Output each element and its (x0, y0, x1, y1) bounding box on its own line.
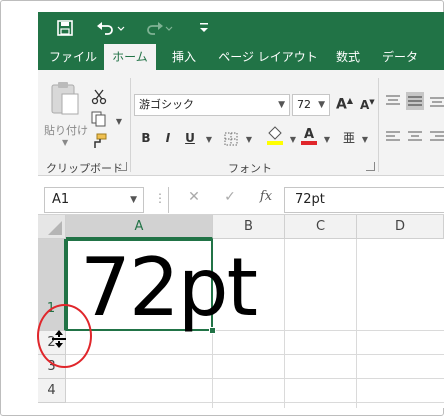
tab-formulas[interactable]: 数式 (328, 44, 368, 70)
gridline (212, 331, 213, 408)
column-header-c[interactable]: C (285, 215, 357, 239)
chevron-down-icon: ▼ (130, 195, 137, 205)
align-bottom-icon[interactable] (428, 92, 444, 110)
underline-button[interactable]: U (180, 128, 200, 148)
fill-color-icon[interactable] (266, 126, 284, 145)
ribbon-tabs: ファイル ホーム 挿入 ページ レイアウト 数式 データ (38, 44, 444, 70)
font-color-dropdown-icon[interactable]: ▼ (318, 130, 336, 148)
quick-access-toolbar (38, 12, 444, 44)
gridline (66, 402, 444, 403)
formula-bar: A1 ▼ ⋮ ✕ ✓ fx 72pt (38, 177, 444, 215)
column-header-d[interactable]: D (357, 215, 444, 239)
undo-icon[interactable] (94, 17, 128, 39)
paste-dropdown-icon[interactable]: ▼ (62, 138, 68, 147)
gridline (284, 239, 285, 408)
cancel-icon[interactable]: ✕ (184, 189, 204, 211)
align-right-icon[interactable] (428, 128, 444, 146)
ribbon-separator (130, 78, 131, 172)
column-header-b[interactable]: B (213, 215, 285, 239)
tab-home[interactable]: ホーム (104, 44, 156, 70)
redo-icon[interactable] (142, 17, 176, 39)
ribbon-separator (378, 78, 379, 172)
select-all-button[interactable] (38, 215, 66, 239)
tab-file[interactable]: ファイル (44, 44, 102, 70)
tab-insert[interactable]: 挿入 (162, 44, 206, 70)
borders-dropdown-icon[interactable]: ▼ (240, 130, 258, 148)
formula-input[interactable]: 72pt (284, 187, 444, 213)
paste-button-label[interactable]: 貼り付け (44, 122, 88, 138)
shrink-font-button[interactable]: A▼ (360, 98, 375, 112)
font-name-select[interactable]: 游ゴシック ▼ (134, 94, 290, 116)
fill-handle[interactable] (209, 327, 216, 334)
gridline (356, 239, 357, 408)
column-header-a[interactable]: A (66, 215, 213, 239)
row-header-4[interactable]: 4 (38, 379, 66, 403)
font-name-value: 游ゴシック (139, 98, 194, 111)
ruby-dropdown-icon[interactable]: ▼ (356, 130, 374, 148)
enter-icon[interactable]: ✓ (220, 189, 240, 211)
ribbon-home: 貼り付け ▼ ▼ クリップボード 游ゴシック ▼ 72 ▼ A▲ A▼ B I … (38, 70, 444, 176)
italic-button[interactable]: I (158, 128, 178, 148)
formula-bar-separator (168, 187, 169, 213)
highlight-circle (37, 304, 92, 368)
grow-font-button[interactable]: A▲ (336, 96, 353, 113)
worksheet-grid: A B C D 1 2 3 4 72pt (38, 215, 444, 408)
copy-icon[interactable] (90, 110, 108, 128)
format-painter-icon[interactable] (90, 132, 108, 150)
cut-icon[interactable] (90, 88, 108, 106)
align-middle-icon[interactable] (406, 92, 424, 110)
chevron-down-icon: ▼ (278, 100, 285, 110)
bold-button[interactable]: B (136, 128, 156, 148)
underline-dropdown-icon[interactable]: ▼ (200, 130, 218, 148)
font-size-select[interactable]: 72 ▼ (292, 94, 330, 116)
gridline (66, 378, 444, 379)
customize-qat-icon[interactable] (194, 17, 214, 39)
clipboard-launcher-icon[interactable] (118, 162, 127, 171)
borders-icon[interactable] (222, 130, 240, 148)
paste-icon[interactable] (48, 80, 82, 116)
font-group-label: フォント (228, 162, 272, 175)
chevron-down-icon: ▼ (318, 100, 325, 110)
align-left-icon[interactable] (384, 128, 402, 146)
clipboard-group-label: クリップボード (46, 162, 123, 175)
cell-a1-text: 72pt (80, 241, 258, 334)
formula-bar-grip-icon[interactable]: ⋮ (154, 191, 166, 205)
name-box[interactable]: A1 ▼ (44, 187, 144, 213)
excel-window: ファイル ホーム 挿入 ページ レイアウト 数式 データ 貼り付け ▼ ▼ クリ… (38, 12, 444, 408)
gridline (66, 354, 444, 355)
insert-function-button[interactable]: fx (256, 189, 276, 211)
name-box-value: A1 (52, 192, 70, 207)
font-launcher-icon[interactable] (366, 162, 375, 171)
tab-page-layout[interactable]: ページ レイアウト (214, 44, 322, 70)
save-icon[interactable] (54, 17, 76, 39)
align-center-icon[interactable] (406, 128, 424, 146)
font-size-value: 72 (297, 98, 311, 111)
tab-data[interactable]: データ (376, 44, 424, 70)
svg-text:A: A (304, 127, 314, 142)
align-top-icon[interactable] (384, 92, 402, 110)
font-color-icon[interactable]: A (300, 126, 318, 145)
copy-dropdown-icon[interactable]: ▼ (110, 112, 128, 130)
